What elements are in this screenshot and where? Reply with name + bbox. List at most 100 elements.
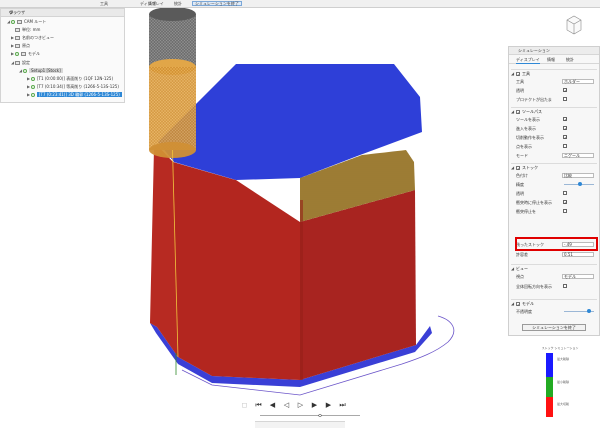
viewcube-icon[interactable]	[563, 12, 585, 38]
panel-title: シミュレーション	[509, 47, 599, 55]
section-view[interactable]: ◢ ビュー	[511, 264, 597, 271]
lock-icon[interactable]: ◻	[240, 401, 249, 410]
skip-start-icon[interactable]: ⏮	[254, 401, 263, 410]
tool-body	[149, 67, 196, 150]
tree-item-origin[interactable]: ▶ 原点	[11, 42, 30, 49]
section-tool[interactable]: ◢工具	[511, 69, 597, 78]
view-mode-select[interactable]: モデル	[562, 274, 594, 279]
check-icon	[31, 93, 35, 97]
browser-header: ブラウザ ⚙	[1, 9, 124, 17]
accuracy-slider[interactable]	[564, 182, 594, 186]
folder-icon	[15, 36, 20, 40]
browser-panel: ブラウザ ⚙ ◢ CAM ルート 単位: mm ▶ 名前のつきビュー ▶ 原点 ▶ モデ…	[0, 8, 125, 103]
stock-transparent-row: 透明	[516, 190, 598, 197]
stock-allowance-row: 衝突停止を	[516, 208, 598, 215]
show-dots-checkbox[interactable]	[563, 144, 567, 148]
playback-controls: ◻ ⏮ ◀ ◁ ▷ ▶ ▶ ⏭	[240, 400, 350, 412]
tab-display[interactable]: ディスプレイ	[516, 56, 540, 64]
next-op-icon[interactable]: ▶	[324, 401, 333, 410]
tree-item-setup1[interactable]: ◢ Setup1 [Stock]	[19, 67, 63, 74]
toolpath-mode-select[interactable]: ニゲール	[562, 153, 594, 158]
info-menu[interactable]: 情報	[146, 1, 158, 6]
document-icon	[15, 28, 20, 32]
prev-op-icon[interactable]: ◀	[268, 401, 277, 410]
section-stock[interactable]: ◢ストック	[511, 163, 597, 172]
timeline-scrubber[interactable]	[260, 414, 360, 417]
stock-section-checkbox[interactable]	[516, 165, 520, 172]
play-icon[interactable]: ▷	[296, 401, 305, 410]
bottom-toolbar	[255, 421, 345, 428]
tab-info[interactable]: 情報	[547, 56, 555, 64]
tool-transparent-row: 透明	[516, 87, 598, 94]
tool-transparent-checkbox[interactable]	[563, 87, 567, 94]
highlight-box	[515, 237, 598, 251]
show-cut-row: 切削動作を表示	[516, 134, 598, 141]
tree-item-op-3d[interactable]: ▶ [T7 (0:23:41)] 3D 輪郭 (1266-5-13S-125)	[27, 91, 122, 98]
tree-item-cam-root[interactable]: ◢ CAM ルート	[7, 18, 46, 25]
view-rotate-row: 全体回転方向を表示	[516, 283, 598, 290]
model-section-checkbox[interactable]	[516, 301, 520, 308]
toolpath-section-checkbox[interactable]	[516, 109, 520, 116]
tool-protect-row: プロテクトが出たま	[516, 96, 598, 103]
show-points-checkbox[interactable]	[563, 116, 567, 123]
stock-side-front	[173, 162, 300, 380]
tool-section-checkbox[interactable]	[516, 71, 520, 78]
stock-collision-checkbox[interactable]	[563, 199, 567, 206]
legend-bottom-label: 最大切削	[557, 402, 570, 406]
stock-accuracy-row: 精度	[516, 181, 598, 188]
tolerance-input[interactable]: 0.51	[562, 252, 594, 257]
tree-item-op-face[interactable]: ▶ [T1 (0:00:00)] 表面削り (1QF 12N-125)	[27, 75, 113, 82]
opacity-slider-knob[interactable]	[587, 309, 592, 313]
eye-icon[interactable]	[15, 52, 19, 56]
section-model[interactable]: ◢モデル	[511, 299, 597, 308]
tree-item-model[interactable]: ▶ モデル	[11, 50, 40, 57]
stock-collision-row: 衝突時に停止を表示	[516, 199, 598, 206]
show-cut-checkbox[interactable]	[563, 134, 567, 141]
gear-icon[interactable]: ⚙	[9, 10, 121, 16]
stock-color-row: 色付け 比較	[516, 172, 598, 179]
tab-stats[interactable]: 統計	[566, 56, 574, 64]
tree-item-op-contour[interactable]: ▶ [T7 (0:10:34)] 等高削り (1266-5-13S-125)	[27, 83, 119, 90]
sim-finish-tab[interactable]: シミュレーションを終了	[192, 1, 242, 6]
tool-select[interactable]: ホルダー	[562, 79, 594, 84]
view-mode-row: 視点 モデル	[516, 273, 598, 280]
step-forward-icon[interactable]: ▶	[310, 401, 319, 410]
folder-icon	[15, 61, 20, 65]
section-toolpath[interactable]: ◢ツールパス	[511, 107, 597, 116]
legend-swatch-top	[546, 353, 553, 377]
finish-simulation-button[interactable]: シミュレーションを終了	[522, 324, 586, 331]
tool-protect-checkbox[interactable]	[563, 97, 567, 101]
stats-menu[interactable]: 統計	[172, 1, 184, 6]
eye-icon[interactable]	[11, 20, 15, 24]
opacity-slider[interactable]	[564, 309, 594, 313]
tools-menu[interactable]: 工具	[98, 1, 110, 6]
model-viewport[interactable]	[125, 8, 507, 416]
tree-item-setups[interactable]: ◢ 設定	[11, 59, 30, 66]
show-dots-row: 点を表示	[516, 143, 598, 150]
tolerance-row: 許容差 0.51	[516, 251, 598, 258]
tree-item-named-views[interactable]: ▶ 名前のつきビュー	[11, 34, 54, 41]
step-back-icon[interactable]: ◁	[282, 401, 291, 410]
stock-transparent-checkbox[interactable]	[563, 191, 567, 195]
legend-title: ストック シミュレーション	[541, 346, 579, 350]
folder-icon	[15, 44, 20, 48]
stock-color-select[interactable]: 比較	[562, 173, 594, 178]
show-points-row: ツールを表示	[516, 116, 598, 123]
legend-swatch-mid	[546, 377, 553, 397]
simulation-panel: シミュレーション ディスプレイ 情報 統計 ◢工具 工具ホルダー 透明 プロテク…	[508, 46, 600, 336]
show-feed-checkbox[interactable]	[563, 125, 567, 132]
view-rotate-checkbox[interactable]	[563, 284, 567, 288]
show-feed-row: 進入を表示	[516, 125, 598, 132]
stock-allowance-checkbox[interactable]	[563, 209, 567, 213]
folder-icon	[17, 20, 22, 24]
tool-row: 工具 ホルダー	[516, 78, 598, 85]
skip-end-icon[interactable]: ⏭	[338, 401, 347, 410]
legend-mid-label: 最小削除	[557, 380, 570, 384]
accuracy-slider-knob[interactable]	[578, 182, 583, 186]
legend-top-label: 最大削除	[557, 357, 570, 361]
tree-item-units[interactable]: 単位: mm	[15, 26, 40, 33]
folder-icon	[21, 52, 26, 56]
panel-tabs: ディスプレイ 情報 統計	[509, 56, 599, 64]
check-icon	[31, 77, 35, 81]
stock-edge-shade	[300, 200, 303, 380]
